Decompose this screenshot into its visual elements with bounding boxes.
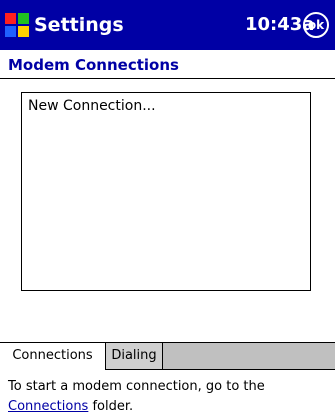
connections-list[interactable]: New Connection... [21,92,311,291]
flag-green-pane [18,13,29,24]
help-text-suffix: folder. [88,399,134,414]
app-title: Settings [34,14,124,36]
tab-dialing[interactable]: Dialing [105,342,163,370]
header-divider [0,78,335,79]
title-bar: Settings 10:43a ok [0,0,335,50]
tab-strip: Connections Dialing [0,342,335,370]
flag-red-pane [5,13,16,24]
help-text-prefix: To start a modem connection, go to the [8,379,265,394]
list-item-new-connection[interactable]: New Connection... [28,98,156,114]
connections-link[interactable]: Connections [8,399,88,414]
flag-blue-pane [5,26,16,37]
page-title: Modem Connections [8,56,179,74]
flag-yellow-pane [18,26,29,37]
help-text: To start a modem connection, go to the C… [8,377,328,417]
ok-button[interactable]: ok [303,12,329,38]
windows-flag-icon[interactable] [4,12,30,38]
tab-connections[interactable]: Connections [0,342,106,370]
